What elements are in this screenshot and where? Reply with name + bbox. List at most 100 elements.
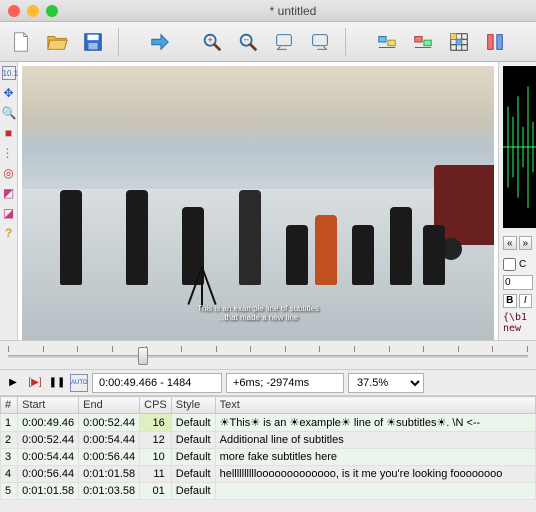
arrow-right-icon [149, 31, 171, 53]
slider-thumb[interactable] [138, 347, 148, 365]
mask2-tool[interactable]: ◪ [2, 206, 16, 220]
col-text[interactable]: Text [215, 397, 535, 414]
tripod-shape [201, 267, 203, 307]
mask1-tool[interactable]: ◩ [2, 186, 16, 200]
code-preview: {\b1 new [503, 312, 532, 334]
transport-controls: ▶ [▶] ❚❚ AUTO 37.5% [0, 370, 536, 396]
col-num[interactable]: # [1, 397, 18, 414]
waveform-svg [503, 66, 536, 228]
shift-fwd-icon [309, 31, 331, 53]
code-line2: new [503, 323, 532, 334]
minimize-icon[interactable] [27, 5, 39, 17]
main-toolbar: + − [0, 22, 536, 62]
styles-icon [376, 31, 398, 53]
styles-button[interactable] [372, 27, 402, 57]
zoom-icon[interactable] [46, 5, 58, 17]
window-title: * untitled [58, 4, 528, 18]
left-toolbar: 10.1 ✥ 🔍 ■ ⋮⋮ ◎ ◩ ◪ ? [0, 62, 18, 340]
person-shape [390, 207, 412, 285]
svg-text:−: − [243, 34, 248, 44]
separator [345, 28, 346, 56]
close-icon[interactable] [8, 5, 20, 17]
props-button[interactable] [408, 27, 438, 57]
zoom-out-icon: − [237, 31, 259, 53]
grid-button[interactable] [444, 27, 474, 57]
table-header-row: # Start End CPS Style Text [1, 397, 536, 414]
video-preview: This is an example line of subtitles ...… [18, 62, 498, 340]
waveform[interactable] [503, 66, 536, 228]
play-button[interactable]: ▶ [4, 374, 22, 392]
person-shape [60, 190, 82, 285]
help-tool[interactable]: ? [2, 226, 16, 240]
zoom-select[interactable]: 37.5% [348, 373, 424, 393]
num-input[interactable] [503, 275, 533, 290]
window-controls [8, 5, 58, 17]
subtitle-line1: This is an example line of subtitles [197, 304, 319, 313]
col-end[interactable]: End [79, 397, 140, 414]
file-icon [10, 31, 32, 53]
shift-back-button[interactable] [269, 27, 299, 57]
offset-field[interactable] [226, 373, 344, 393]
svg-text:+: + [207, 34, 212, 44]
table-row[interactable]: 3 0:00:54.44 0:00:56.44 10 Default more … [1, 449, 536, 466]
check-c-label: C [519, 259, 526, 270]
target-tool[interactable]: ◎ [2, 166, 16, 180]
zoom-out-button[interactable]: − [233, 27, 263, 57]
separator [118, 28, 119, 56]
titlebar: * untitled [0, 0, 536, 22]
table-row[interactable]: 4 0:00:56.44 0:01:01.58 11 Default helll… [1, 466, 536, 483]
subtitle-table-wrap: # Start End CPS Style Text 1 0:00:49.46 … [0, 396, 536, 500]
move-tool[interactable]: ✥ [2, 86, 16, 100]
open-button[interactable] [42, 27, 72, 57]
forward-button[interactable] [145, 27, 175, 57]
zoom-in-button[interactable]: + [197, 27, 227, 57]
play-to-end-button[interactable]: [▶] [26, 374, 44, 392]
extra-button[interactable] [480, 27, 510, 57]
col-style[interactable]: Style [171, 397, 215, 414]
person-shape [352, 225, 374, 285]
code-line1: {\b1 [503, 312, 532, 323]
zoom-in-icon: + [201, 31, 223, 53]
magnify-tool[interactable]: 🔍 [2, 106, 16, 120]
stop-tool[interactable]: ■ [2, 126, 16, 140]
folder-open-icon [46, 31, 68, 53]
shift-back-icon [273, 31, 295, 53]
auto-button[interactable]: AUTO [70, 374, 88, 392]
person-shape [286, 225, 308, 285]
extra-icon [484, 31, 506, 53]
grid-icon [448, 31, 470, 53]
person-shape [423, 225, 445, 285]
table-row[interactable]: 2 0:00:52.44 0:00:54.44 12 Default Addit… [1, 432, 536, 449]
subtitle-overlay: This is an example line of subtitles ...… [197, 304, 319, 322]
props-icon [412, 31, 434, 53]
subtitle-line2: ...that made a new line [197, 313, 319, 322]
check-c[interactable] [503, 258, 516, 271]
ruler-tool[interactable]: 10.1 [2, 66, 16, 80]
scroll-right-button[interactable]: » [519, 236, 533, 250]
timeline-slider[interactable] [0, 340, 536, 370]
dots-tool[interactable]: ⋮⋮ [2, 146, 16, 160]
scroll-left-button[interactable]: « [503, 236, 517, 250]
person-shape [126, 190, 148, 285]
table-row[interactable]: 1 0:00:49.46 0:00:52.44 16 Default ☀This… [1, 414, 536, 432]
col-cps[interactable]: CPS [140, 397, 172, 414]
format-row: B I [503, 294, 532, 308]
check-c-row: C [503, 258, 532, 271]
person-shape [239, 190, 261, 285]
shift-forward-button[interactable] [305, 27, 335, 57]
person-shape [315, 215, 337, 285]
table-row[interactable]: 5 0:01:01.58 0:01:03.58 01 Default [1, 483, 536, 500]
save-button[interactable] [78, 27, 108, 57]
main-area: 10.1 ✥ 🔍 ■ ⋮⋮ ◎ ◩ ◪ ? This is an example… [0, 62, 536, 340]
italic-button[interactable]: I [519, 294, 533, 308]
subtitle-table: # Start End CPS Style Text 1 0:00:49.46 … [0, 396, 536, 500]
right-pane: « » C B I {\b1 new [498, 62, 536, 340]
wave-scroll: « » [503, 236, 532, 250]
col-start[interactable]: Start [18, 397, 79, 414]
bold-button[interactable]: B [503, 294, 517, 308]
floppy-icon [82, 31, 104, 53]
timecode-field[interactable] [92, 373, 222, 393]
new-button[interactable] [6, 27, 36, 57]
pause-button[interactable]: ❚❚ [48, 374, 66, 392]
preview-frame[interactable]: This is an example line of subtitles ...… [22, 66, 494, 340]
